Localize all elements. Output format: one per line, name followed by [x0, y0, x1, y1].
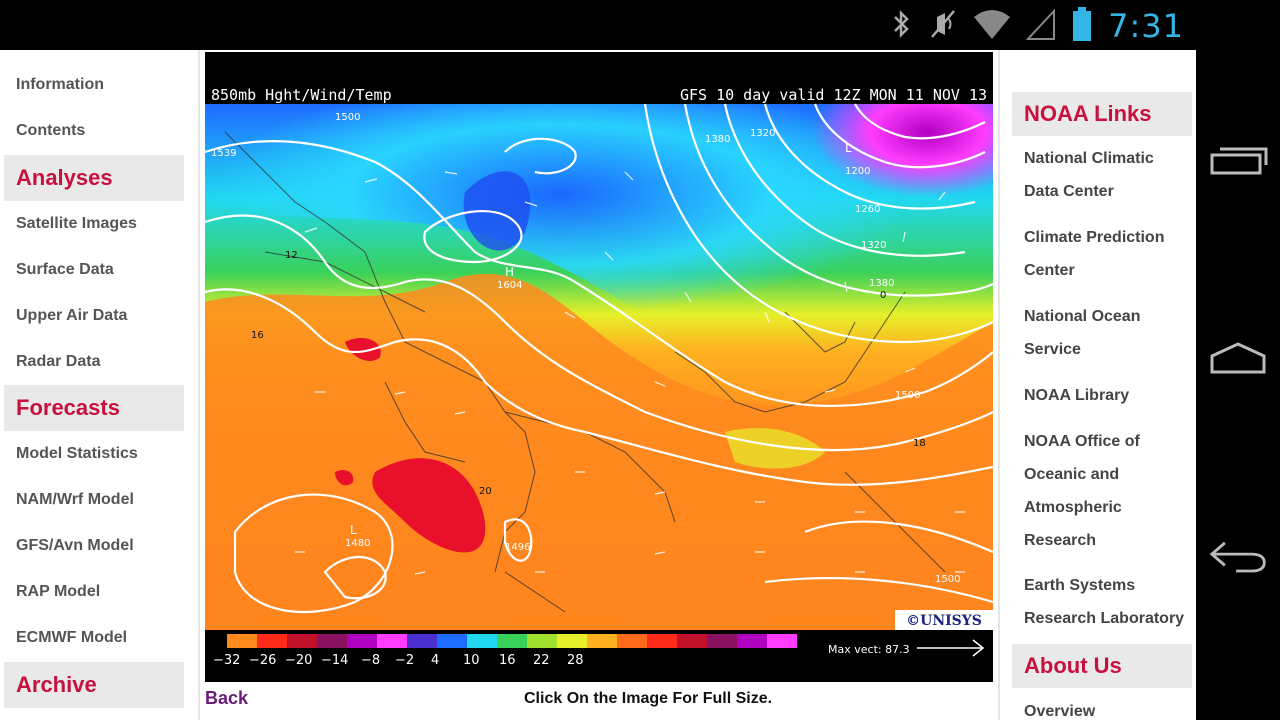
svg-text:1480: 1480: [345, 538, 370, 549]
svg-text:22: 22: [533, 653, 550, 668]
recent-apps-button[interactable]: [1208, 140, 1268, 180]
nav-heading-archive[interactable]: Archive: [4, 662, 184, 708]
svg-text:−32: −32: [213, 653, 240, 668]
svg-text:12: 12: [285, 250, 298, 261]
svg-text:−8: −8: [361, 653, 380, 668]
svg-text:−20: −20: [285, 653, 312, 668]
nav-heading-forecasts[interactable]: Forecasts: [4, 385, 184, 431]
svg-text:4: 4: [431, 653, 439, 668]
svg-text:10: 10: [463, 653, 480, 668]
map-title-right: GFS 10 day valid 12Z MON 11 NOV 13: [680, 86, 987, 104]
svg-text:H: H: [505, 265, 514, 279]
battery-icon: [1070, 6, 1094, 47]
svg-text:28: 28: [567, 653, 584, 668]
svg-text:1380: 1380: [869, 278, 894, 289]
svg-text:1200: 1200: [845, 166, 870, 177]
svg-text:18: 18: [913, 438, 926, 449]
back-link[interactable]: Back: [205, 688, 248, 709]
svg-text:1539: 1539: [211, 148, 236, 159]
svg-text:1604: 1604: [497, 280, 522, 291]
bluetooth-icon: [888, 7, 914, 46]
svg-text:16: 16: [251, 330, 264, 341]
unisys-logo: ©UNISYS: [906, 613, 982, 629]
svg-text:20: 20: [479, 486, 492, 497]
svg-text:1500: 1500: [935, 574, 960, 585]
svg-text:1500: 1500: [335, 112, 360, 123]
image-caption: Click On the Image For Full Size.: [524, 690, 773, 707]
recent-apps-icon: [1210, 147, 1268, 175]
svg-text:1380: 1380: [705, 134, 730, 145]
svg-text:L: L: [845, 141, 852, 155]
svg-text:−26: −26: [249, 653, 276, 668]
link-climate-prediction-center[interactable]: Climate Prediction Center: [1024, 221, 1192, 287]
heading-noaa-links[interactable]: NOAA Links: [1012, 92, 1192, 136]
nav-heading-analyses[interactable]: Analyses: [4, 155, 184, 201]
svg-text:1260: 1260: [855, 204, 880, 215]
nav-information[interactable]: Information: [16, 76, 104, 94]
weather-map-image[interactable]: 850mb Hght/Wind/Temp GFS 10 day valid 12…: [205, 52, 993, 682]
navigation-bar: [1196, 50, 1280, 720]
nav-model-statistics[interactable]: Model Statistics: [16, 445, 138, 463]
temperature-color-scale: [227, 634, 797, 648]
svg-text:16: 16: [499, 653, 516, 668]
nav-upper-air-data[interactable]: Upper Air Data: [16, 307, 127, 325]
left-sidebar: Information Contents Analyses Satellite …: [0, 50, 200, 720]
link-national-ocean-service[interactable]: National Ocean Service: [1024, 300, 1192, 366]
nav-rap-model[interactable]: RAP Model: [16, 583, 100, 601]
map-title-left: 850mb Hght/Wind/Temp: [211, 86, 392, 104]
wifi-icon: [972, 7, 1012, 46]
svg-text:−2: −2: [395, 653, 414, 668]
nav-nam-wrf-model[interactable]: NAM/Wrf Model: [16, 491, 134, 509]
back-button[interactable]: [1208, 536, 1268, 576]
vibrate-off-icon: [928, 7, 958, 46]
svg-text:0: 0: [880, 290, 886, 301]
svg-text:1320: 1320: [861, 240, 886, 251]
nav-satellite-images[interactable]: Satellite Images: [16, 215, 137, 233]
right-sidebar: NOAA Links National Climatic Data Center…: [998, 50, 1196, 720]
status-icons: 7:31: [888, 6, 1184, 46]
link-noaa-library[interactable]: NOAA Library: [1024, 379, 1192, 412]
link-earth-systems-research-laboratory[interactable]: Earth Systems Research Laboratory: [1024, 569, 1192, 635]
status-bar: 7:31: [0, 0, 1280, 50]
svg-text:1500: 1500: [895, 390, 920, 401]
back-arrow-icon: [1209, 541, 1266, 573]
home-icon: [1210, 342, 1266, 374]
svg-text:1320: 1320: [750, 128, 775, 139]
clock: 7:31: [1108, 7, 1184, 45]
link-noaa-office-oar[interactable]: NOAA Office of Oceanic and Atmospheric R…: [1024, 425, 1192, 557]
nav-ecmwf-model[interactable]: ECMWF Model: [16, 629, 127, 647]
web-page: Information Contents Analyses Satellite …: [0, 50, 1196, 720]
svg-text:−14: −14: [321, 653, 348, 668]
max-vector-label: Max vect: 87.3: [828, 643, 910, 656]
svg-text:L: L: [350, 523, 357, 537]
heading-about-us[interactable]: About Us: [1012, 644, 1192, 688]
nav-surface-data[interactable]: Surface Data: [16, 261, 114, 279]
nav-radar-data[interactable]: Radar Data: [16, 353, 100, 371]
svg-text:1496: 1496: [505, 542, 530, 553]
nav-gfs-avn-model[interactable]: GFS/Avn Model: [16, 537, 134, 555]
home-button[interactable]: [1208, 338, 1268, 378]
cell-signal-icon: [1025, 7, 1056, 46]
nav-contents[interactable]: Contents: [16, 122, 85, 140]
link-national-climatic-data-center[interactable]: National Climatic Data Center: [1024, 142, 1192, 208]
link-overview[interactable]: Overview: [1024, 695, 1192, 720]
